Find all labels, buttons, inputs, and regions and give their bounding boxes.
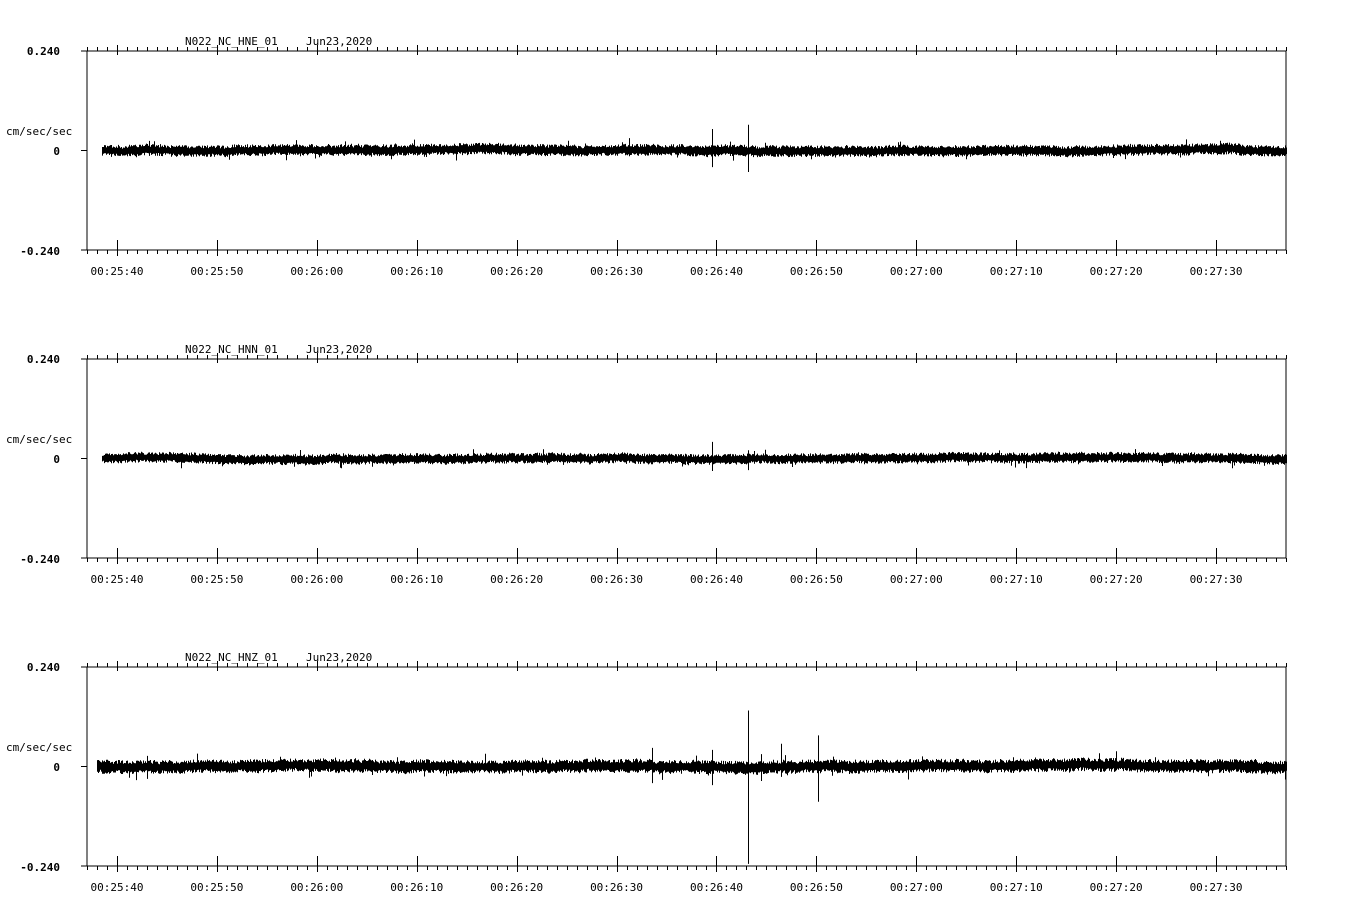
x-tick-label: 00:26:40 <box>690 881 743 894</box>
y-tick-label-bottom: -0.240 <box>20 861 60 874</box>
y-axis-label: cm/sec/sec <box>6 125 72 138</box>
x-tick-label: 00:27:00 <box>890 573 943 586</box>
x-tick-label: 00:25:40 <box>90 573 143 586</box>
x-tick-label: 00:26:30 <box>590 573 643 586</box>
x-tick-label: 00:27:00 <box>890 265 943 278</box>
y-axis-label: cm/sec/sec <box>6 433 72 446</box>
y-tick-label-top: 0.240 <box>27 45 60 58</box>
x-tick-label: 00:27:10 <box>990 573 1043 586</box>
x-tick-label: 00:26:40 <box>690 573 743 586</box>
x-tick-label: 00:26:00 <box>290 881 343 894</box>
x-tick-label: 00:27:30 <box>1190 881 1243 894</box>
x-tick-label: 00:26:00 <box>290 573 343 586</box>
x-tick-label: 00:27:30 <box>1190 573 1243 586</box>
x-tick-label: 00:27:10 <box>990 881 1043 894</box>
x-tick-label: 00:25:50 <box>190 265 243 278</box>
x-tick-label: 00:26:20 <box>490 573 543 586</box>
x-tick-label: 00:26:30 <box>590 881 643 894</box>
x-tick-label: 00:26:20 <box>490 881 543 894</box>
seismogram-chart-hnz: N022_NC_HNZ_01 Jun23,2020 cm/sec/sec 0.2… <box>6 651 1287 894</box>
x-tick-label: 00:26:10 <box>390 265 443 278</box>
y-axis-label: cm/sec/sec <box>6 741 72 754</box>
y-tick-label-top: 0.240 <box>27 353 60 366</box>
y-tick-label-zero: 0 <box>53 453 60 466</box>
y-tick-label-zero: 0 <box>53 761 60 774</box>
waveform-trace <box>97 751 1287 781</box>
x-tick-label: 00:25:50 <box>190 573 243 586</box>
x-tick-label: 00:27:20 <box>1090 881 1143 894</box>
chart-date: Jun23,2020 <box>306 651 372 664</box>
x-tick-label: 00:26:30 <box>590 265 643 278</box>
chart-date: Jun23,2020 <box>306 343 372 356</box>
chart-date: Jun23,2020 <box>306 35 372 48</box>
x-tick-label: 00:26:10 <box>390 881 443 894</box>
seismogram-panel-hne: N022_NC_HNE_01 Jun23,2020 cm/sec/sec 0.2… <box>0 0 1358 308</box>
waveform-trace <box>102 139 1287 161</box>
y-tick-label-bottom: -0.240 <box>20 553 60 566</box>
seismogram-chart-hnn: N022_NC_HNN_01 Jun23,2020 cm/sec/sec 0.2… <box>6 343 1287 586</box>
x-tick-label: 00:26:50 <box>790 265 843 278</box>
x-tick-label: 00:26:00 <box>290 265 343 278</box>
waveform-trace <box>102 449 1287 469</box>
x-tick-label: 00:26:50 <box>790 573 843 586</box>
x-tick-label: 00:26:10 <box>390 573 443 586</box>
y-tick-label-zero: 0 <box>53 145 60 158</box>
chart-title: N022_NC_HNE_01 <box>185 35 278 48</box>
x-tick-label: 00:25:40 <box>90 265 143 278</box>
x-tick-label: 00:25:50 <box>190 881 243 894</box>
x-tick-label: 00:25:40 <box>90 881 143 894</box>
x-tick-label: 00:27:30 <box>1190 265 1243 278</box>
x-tick-label: 00:26:40 <box>690 265 743 278</box>
chart-title: N022_NC_HNZ_01 <box>185 651 278 664</box>
chart-title: N022_NC_HNN_01 <box>185 343 278 356</box>
y-tick-label-top: 0.240 <box>27 661 60 674</box>
x-tick-label: 00:26:20 <box>490 265 543 278</box>
x-tick-label: 00:27:20 <box>1090 265 1143 278</box>
y-tick-label-bottom: -0.240 <box>20 245 60 258</box>
seismogram-chart-hne: N022_NC_HNE_01 Jun23,2020 cm/sec/sec 0.2… <box>6 35 1287 278</box>
seismogram-panel-hnn: N022_NC_HNN_01 Jun23,2020 cm/sec/sec 0.2… <box>0 308 1358 616</box>
x-tick-label: 00:27:10 <box>990 265 1043 278</box>
x-tick-label: 00:27:00 <box>890 881 943 894</box>
seismogram-panel-hnz: N022_NC_HNZ_01 Jun23,2020 cm/sec/sec 0.2… <box>0 616 1358 924</box>
x-tick-label: 00:27:20 <box>1090 573 1143 586</box>
x-tick-label: 00:26:50 <box>790 881 843 894</box>
